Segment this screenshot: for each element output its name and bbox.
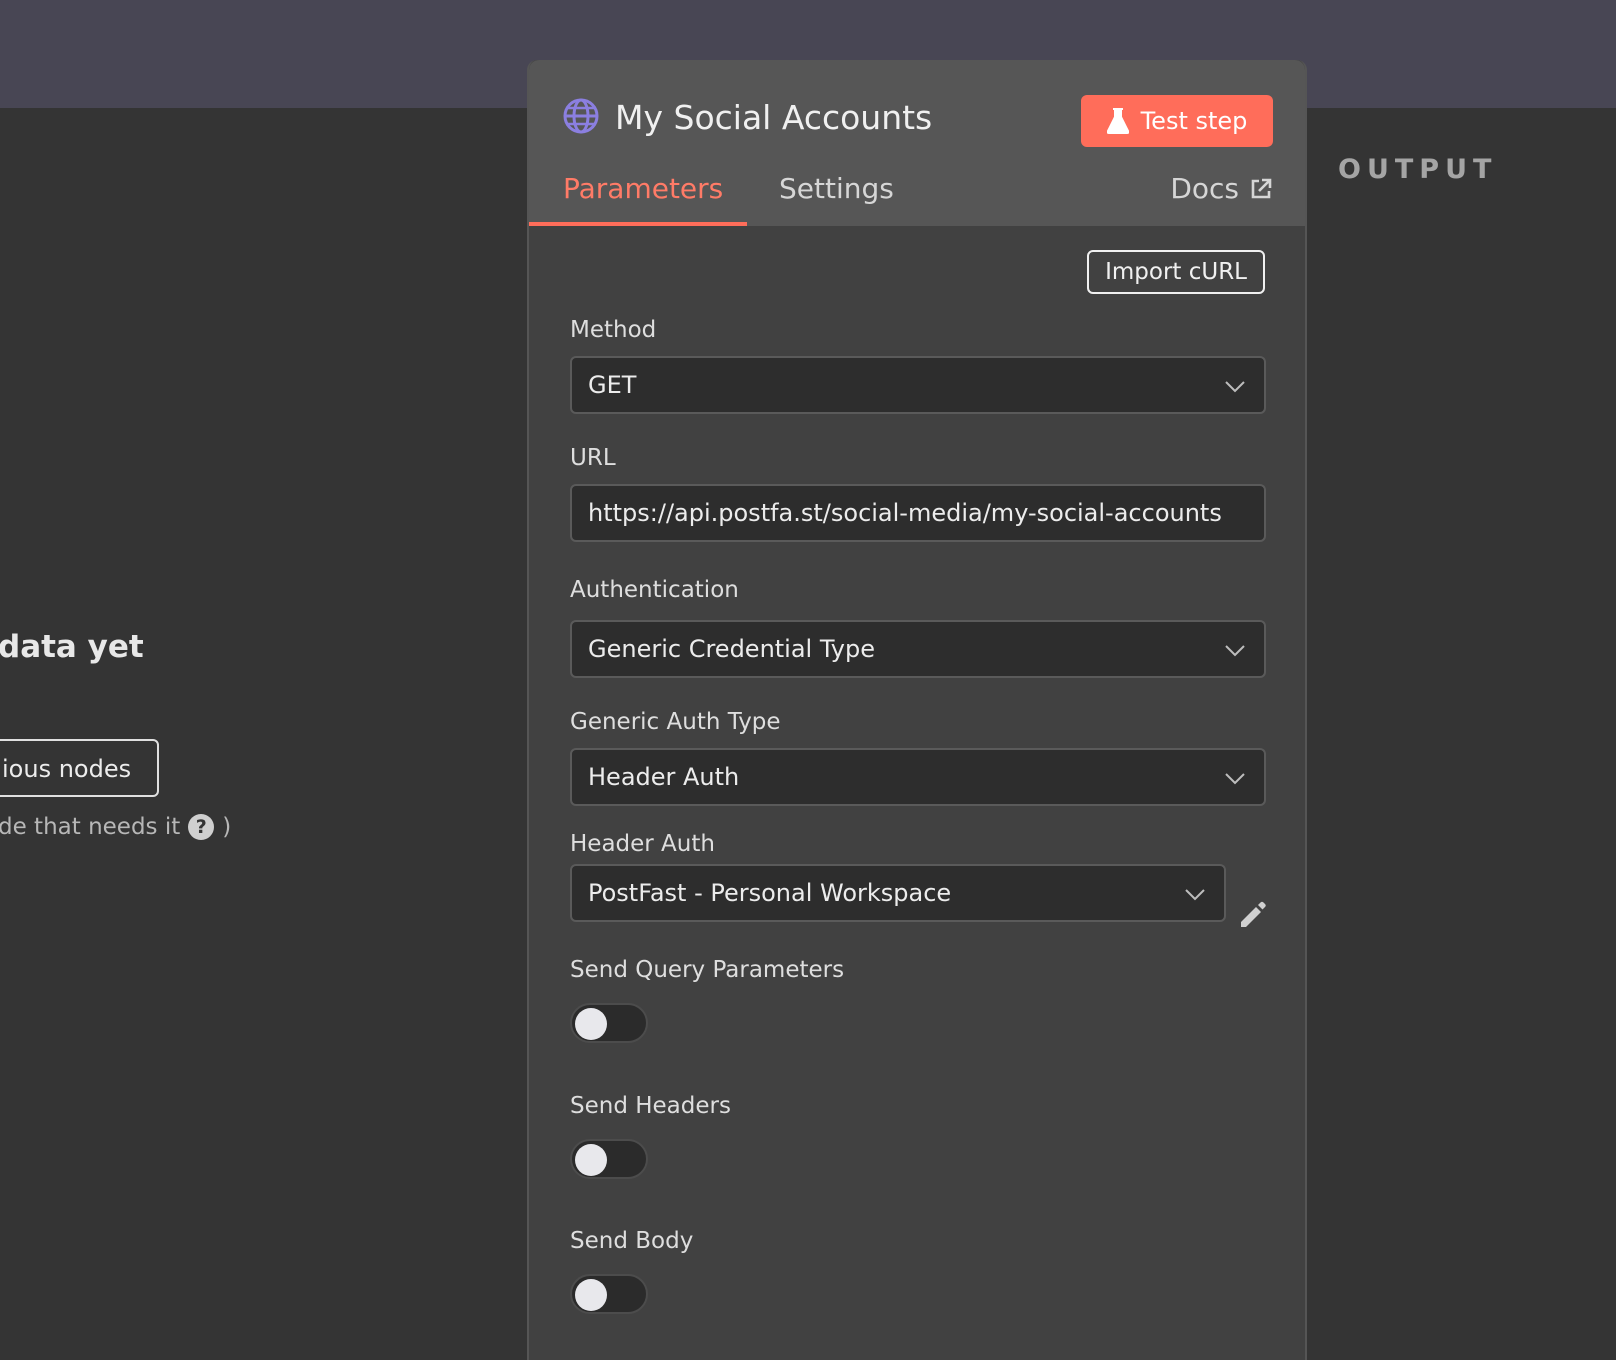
- hint-text: de that needs it: [0, 814, 181, 840]
- send-query-parameters-label: Send Query Parameters: [570, 957, 845, 983]
- authentication-select[interactable]: Generic Credential Type: [570, 620, 1266, 678]
- globe-icon: [563, 98, 599, 134]
- generic-auth-type-label: Generic Auth Type: [570, 709, 781, 735]
- tab-parameters[interactable]: Parameters: [563, 172, 723, 205]
- chevron-down-icon: [1225, 773, 1245, 785]
- header-auth-credential-select[interactable]: PostFast - Personal Workspace: [570, 864, 1226, 922]
- panel-header: My Social Accounts Test step Parameters …: [529, 60, 1305, 226]
- hint-text-row: de that needs it ? ): [0, 814, 231, 840]
- tab-settings[interactable]: Settings: [779, 172, 894, 205]
- node-settings-panel: My Social Accounts Test step Parameters …: [527, 60, 1307, 1360]
- docs-link[interactable]: Docs: [1170, 172, 1273, 205]
- test-step-button[interactable]: Test step: [1081, 95, 1273, 147]
- authentication-label: Authentication: [570, 577, 739, 603]
- edit-credential-pencil-icon[interactable]: [1237, 900, 1267, 930]
- external-link-icon: [1251, 178, 1272, 198]
- toggle-knob: [575, 1279, 607, 1311]
- node-title[interactable]: My Social Accounts: [615, 98, 932, 137]
- toggle-knob: [575, 1144, 607, 1176]
- generic-auth-type-value: Header Auth: [588, 763, 740, 791]
- execute-previous-nodes-button[interactable]: ious nodes: [0, 739, 160, 797]
- generic-auth-type-select[interactable]: Header Auth: [570, 748, 1266, 806]
- send-headers-toggle[interactable]: [570, 1139, 648, 1179]
- method-value: GET: [588, 371, 637, 399]
- no-data-title: data yet: [0, 629, 144, 665]
- output-label: OUTPUT: [1338, 154, 1498, 185]
- chevron-down-icon: [1185, 889, 1205, 901]
- help-icon[interactable]: ?: [188, 814, 215, 840]
- method-select[interactable]: GET: [570, 356, 1266, 414]
- send-headers-label: Send Headers: [570, 1093, 731, 1119]
- flask-icon: [1106, 108, 1129, 134]
- send-body-label: Send Body: [570, 1228, 694, 1254]
- test-step-label: Test step: [1140, 107, 1248, 135]
- url-input[interactable]: https://api.postfa.st/social-media/my-so…: [570, 484, 1266, 542]
- docs-label: Docs: [1170, 172, 1239, 205]
- header-auth-value: PostFast - Personal Workspace: [588, 879, 952, 907]
- chevron-down-icon: [1225, 381, 1245, 393]
- send-query-parameters-toggle[interactable]: [570, 1003, 648, 1043]
- authentication-value: Generic Credential Type: [588, 635, 875, 663]
- method-label: Method: [570, 317, 657, 343]
- toggle-knob: [575, 1008, 607, 1040]
- send-body-toggle[interactable]: [570, 1274, 648, 1314]
- url-label: URL: [570, 445, 616, 471]
- chevron-down-icon: [1225, 645, 1245, 657]
- hint-close-paren: ): [222, 814, 232, 840]
- header-auth-label: Header Auth: [570, 831, 715, 857]
- url-value: https://api.postfa.st/social-media/my-so…: [588, 499, 1222, 527]
- import-curl-button[interactable]: Import cURL: [1087, 250, 1265, 294]
- active-tab-indicator: [529, 222, 747, 226]
